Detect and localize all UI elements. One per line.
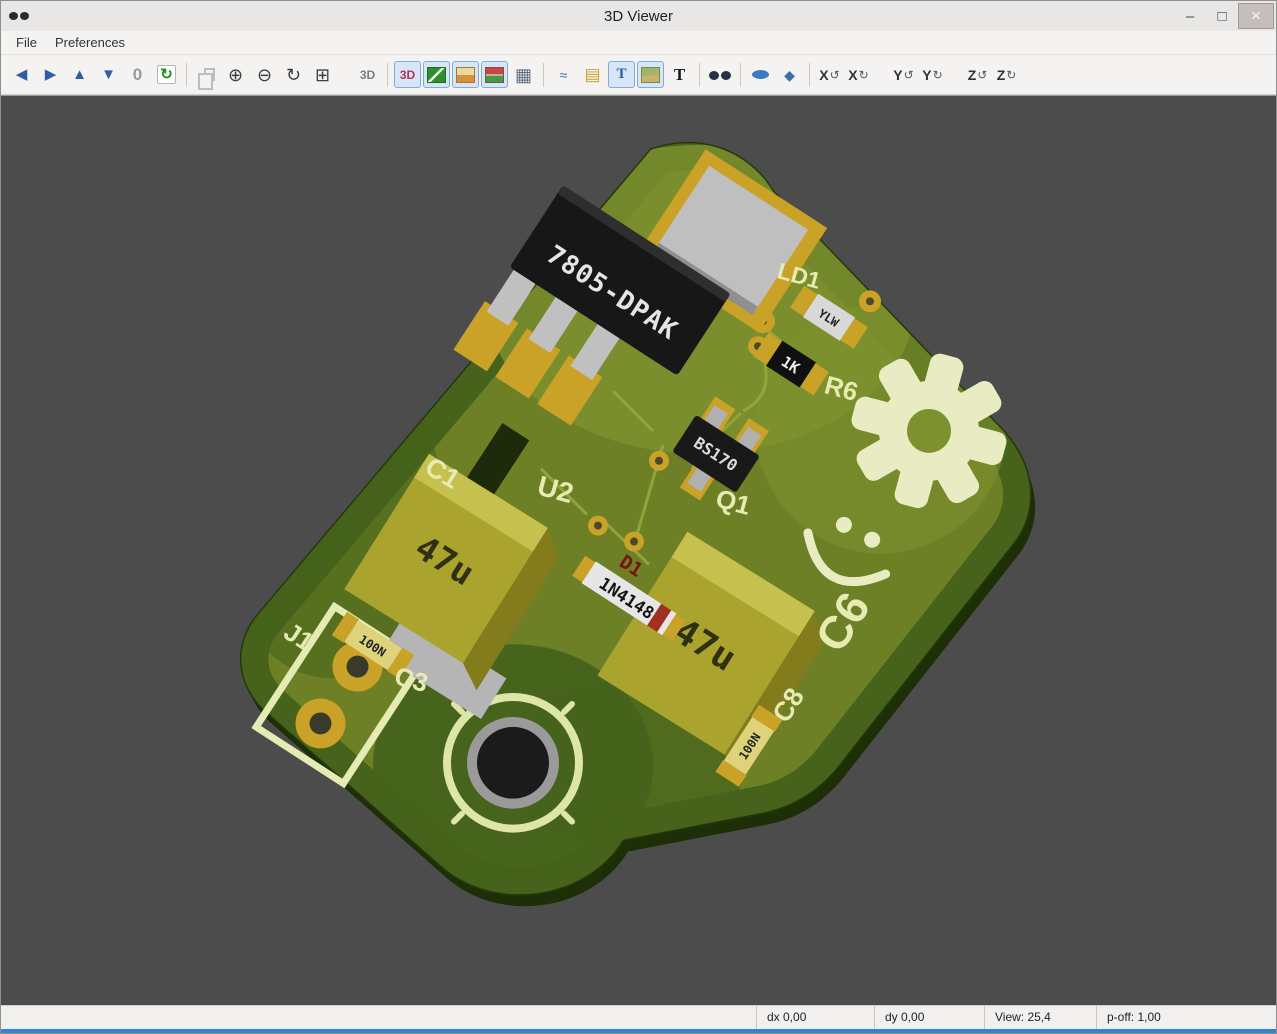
zoom-fit-button[interactable]: ⊞ bbox=[309, 61, 336, 88]
rotate-ccw-icon: ↺ bbox=[830, 68, 840, 82]
copy-image-button[interactable] bbox=[193, 61, 220, 88]
status-dx: dx 0,00 bbox=[756, 1006, 874, 1029]
rotate-y-ccw-button[interactable]: Y↺ bbox=[890, 61, 917, 88]
zero-label: 0 bbox=[133, 66, 142, 83]
board-icon bbox=[427, 67, 446, 83]
rotate-z-ccw-button[interactable]: Z↺ bbox=[964, 61, 991, 88]
menu-preferences[interactable]: Preferences bbox=[46, 32, 134, 53]
show-comments-button[interactable]: T bbox=[666, 61, 693, 88]
show-eco2-button[interactable]: ◆ bbox=[776, 61, 803, 88]
window-title: 3D Viewer bbox=[1, 8, 1276, 25]
zoom-in-icon: ⊕ bbox=[228, 66, 243, 84]
reload-icon: ↻ bbox=[157, 65, 176, 84]
rotate-x-cw-button[interactable]: X↻ bbox=[845, 61, 872, 88]
show-soldermask-toggle[interactable] bbox=[637, 61, 664, 88]
rotate-z-cw-button[interactable]: Z↻ bbox=[993, 61, 1020, 88]
rotate-x-label: X bbox=[848, 67, 857, 83]
close-button[interactable]: × bbox=[1238, 3, 1274, 29]
rotate-y-cw-button[interactable]: Y↻ bbox=[919, 61, 946, 88]
pcb-3d-render[interactable]: J1 7805 bbox=[1, 96, 1276, 1005]
up-arrow-icon: ▲ bbox=[72, 67, 87, 82]
glasses-view-button[interactable] bbox=[706, 61, 734, 88]
maximize-button[interactable]: □ bbox=[1206, 4, 1238, 28]
viewport[interactable]: J1 7805 bbox=[1, 95, 1276, 1005]
show-eco1-button[interactable] bbox=[747, 61, 774, 88]
silkscreen-text-icon: T bbox=[616, 67, 626, 82]
rotate-cw-icon: ↻ bbox=[1006, 68, 1016, 82]
3d-viewer-window: 3D Viewer – □ × File Preferences ◀ ▶ ▲ ▼… bbox=[0, 0, 1277, 1034]
statusbar: dx 0,00 dy 0,00 View: 25,4 p-off: 1,00 bbox=[1, 1005, 1276, 1029]
realistic-mode-icon bbox=[456, 67, 475, 83]
toolbar-separator bbox=[543, 63, 544, 87]
nav-forward-button[interactable]: ▶ bbox=[37, 61, 64, 88]
rotate-y-label: Y bbox=[922, 67, 931, 83]
zoom-out-icon: ⊖ bbox=[257, 66, 272, 84]
show-silkscreen-toggle[interactable]: T bbox=[608, 61, 635, 88]
redraw-button[interactable]: ↻ bbox=[280, 61, 307, 88]
layers-icon bbox=[485, 67, 504, 83]
back-arrow-icon: ◀ bbox=[16, 67, 28, 82]
status-view: View: 25,4 bbox=[984, 1006, 1096, 1029]
forward-arrow-icon: ▶ bbox=[45, 67, 57, 82]
axis-3d-icon: 3D bbox=[360, 69, 375, 81]
toolbar-separator bbox=[740, 63, 741, 87]
down-arrow-icon: ▼ bbox=[101, 67, 116, 82]
show-board-body-toggle[interactable] bbox=[423, 61, 450, 88]
rotate-cw-icon: ↻ bbox=[859, 68, 869, 82]
rotate-cw-icon: ↻ bbox=[933, 68, 943, 82]
glasses-icon bbox=[709, 70, 731, 80]
toolbar-separator bbox=[186, 63, 187, 87]
lens-icon bbox=[752, 70, 769, 79]
realistic-mode-toggle[interactable] bbox=[452, 61, 479, 88]
status-p-off: p-off: 1,00 bbox=[1096, 1006, 1276, 1029]
axis-3d-button[interactable]: 3D bbox=[354, 61, 381, 88]
nav-back-button[interactable]: ◀ bbox=[8, 61, 35, 88]
redraw-icon: ↻ bbox=[286, 66, 301, 84]
rotate-x-ccw-button[interactable]: X↺ bbox=[816, 61, 843, 88]
reload-board-button[interactable]: ↻ bbox=[153, 61, 180, 88]
toolbar-separator bbox=[387, 63, 388, 87]
minimize-button[interactable]: – bbox=[1174, 4, 1206, 28]
zoom-fit-icon: ⊞ bbox=[315, 66, 330, 84]
toolbar: ◀ ▶ ▲ ▼ 0 ↻ ⊕ ⊖ ↻ ⊞ 3D 3D ▦ ≈ ▤ T T ◆ X↺… bbox=[1, 55, 1276, 95]
render-3d-toggle[interactable]: 3D bbox=[394, 61, 421, 88]
toolbar-separator bbox=[809, 63, 810, 87]
rotate-x-label: X bbox=[819, 67, 828, 83]
cube-icon: ◆ bbox=[784, 68, 795, 82]
titlebar: 3D Viewer – □ × bbox=[1, 1, 1276, 31]
move-down-button[interactable]: ▼ bbox=[95, 61, 122, 88]
rotate-ccw-icon: ↺ bbox=[977, 68, 987, 82]
copy-icon bbox=[204, 68, 215, 81]
zoom-in-button[interactable]: ⊕ bbox=[222, 61, 249, 88]
rotate-y-label: Y bbox=[893, 67, 902, 83]
show-zones-button[interactable]: ▤ bbox=[579, 61, 606, 88]
text-icon: T bbox=[674, 66, 685, 83]
menu-file[interactable]: File bbox=[7, 32, 46, 53]
show-layers-toggle[interactable] bbox=[481, 61, 508, 88]
window-accent-border bbox=[1, 1029, 1276, 1033]
render-3d-icon: 3D bbox=[400, 69, 415, 81]
soldermask-icon bbox=[641, 67, 660, 83]
show-grid-button[interactable]: ▦ bbox=[510, 61, 537, 88]
zoom-out-button[interactable]: ⊖ bbox=[251, 61, 278, 88]
zero-indicator: 0 bbox=[124, 61, 151, 88]
rotate-z-label: Z bbox=[968, 67, 977, 83]
rotate-ccw-icon: ↺ bbox=[904, 68, 914, 82]
status-dy: dy 0,00 bbox=[874, 1006, 984, 1029]
show-tracks-button[interactable]: ≈ bbox=[550, 61, 577, 88]
grid-icon: ▦ bbox=[515, 66, 532, 84]
menubar: File Preferences bbox=[1, 31, 1276, 55]
move-up-button[interactable]: ▲ bbox=[66, 61, 93, 88]
curve-icon: ≈ bbox=[560, 68, 568, 82]
rotate-z-label: Z bbox=[997, 67, 1006, 83]
status-filler bbox=[1, 1006, 756, 1029]
clipboard-icon: ▤ bbox=[584, 66, 600, 83]
toolbar-separator bbox=[699, 63, 700, 87]
